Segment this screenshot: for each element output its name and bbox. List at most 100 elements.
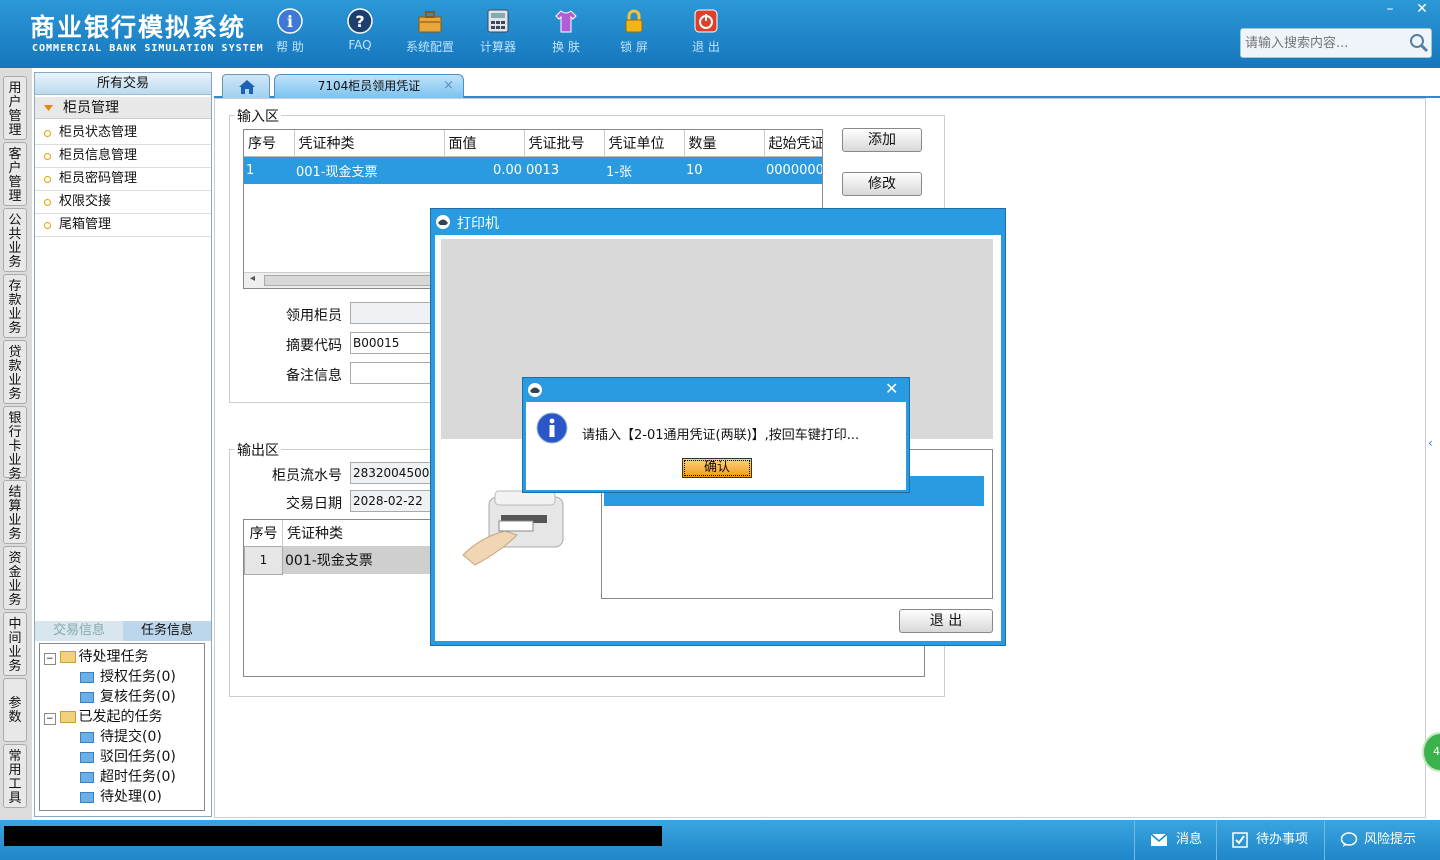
close-window-button[interactable]: ✕: [1406, 0, 1438, 18]
toolbar-calculator-label: 计算器: [479, 40, 516, 54]
col-header: 凭证种类: [294, 130, 445, 156]
printer-dialog-title: 打印机: [457, 216, 499, 232]
edit-button[interactable]: 修改: [842, 172, 922, 196]
side-category-tabs: 用户管理 客户管理 公共业务 存款业务 贷款业务 银行卡业务 结算业务 资金业务…: [0, 68, 32, 820]
toolbar-calculator-button[interactable]: 计算器: [468, 6, 528, 62]
tab-task-info[interactable]: 任务信息: [123, 621, 211, 641]
scrollbar-thumb[interactable]: [264, 275, 434, 286]
scroll-left-icon[interactable]: ◂: [250, 273, 255, 284]
status-risk-button[interactable]: 风险提示: [1340, 828, 1416, 848]
tree-node-to-process[interactable]: 待处理(0): [80, 786, 162, 806]
status-bar: 消息 待办事项 风险提示: [0, 820, 1440, 860]
folder-icon: [59, 651, 76, 663]
tab-7104-teller-voucher[interactable]: 7104柜员领用凭证 ×: [274, 74, 464, 98]
confirm-button[interactable]: 确认: [682, 458, 752, 478]
toolbar-exit-button[interactable]: 退 出: [676, 6, 736, 62]
toolbar-faq-label: FAQ: [348, 38, 372, 52]
col-header: 起始凭证: [768, 135, 823, 152]
toolbar-help-button[interactable]: i 帮 助: [260, 6, 320, 62]
side-tab-loan[interactable]: 贷款业务: [3, 340, 27, 404]
tree-node-rejected[interactable]: 驳回任务(0): [80, 746, 176, 766]
app-title: 商业银行模拟系统: [30, 13, 247, 42]
tree-node-timeout[interactable]: 超时任务(0): [80, 766, 176, 786]
home-icon: [239, 80, 255, 94]
trade-date-label: 交易日期: [286, 496, 342, 512]
toolbar-config-label: 系统配置: [405, 40, 454, 54]
status-todo-button[interactable]: 待办事项: [1232, 828, 1308, 848]
side-tab-bank-card[interactable]: 银行卡业务: [3, 406, 27, 482]
transaction-panel: 所有交易 柜员管理 柜员状态管理 柜员信息管理 柜员密码管理 权限交接 尾箱管理…: [34, 72, 212, 817]
col-header: 凭证批号: [524, 130, 605, 156]
tab-label: 7104柜员领用凭证: [317, 79, 421, 93]
menu-item-permission-handover[interactable]: 权限交接: [35, 191, 211, 214]
input-area-legend: 输入区: [235, 106, 281, 126]
message-body: 请插入【2-01通用凭证(两联)】,按回车键打印... 确认: [526, 402, 906, 490]
table-cell: 0013: [526, 162, 560, 178]
tab-close-icon[interactable]: ×: [443, 75, 454, 97]
doc-icon: [80, 771, 94, 783]
search-input[interactable]: [1241, 29, 1401, 57]
task-tabs: 交易信息 任务信息: [35, 621, 211, 641]
menu-item-teller-info[interactable]: 柜员信息管理: [35, 145, 211, 168]
power-icon: [694, 9, 718, 33]
toolbar-exit-label: 退 出: [692, 40, 720, 54]
question-icon: ?: [347, 8, 373, 34]
tab-home[interactable]: [222, 74, 270, 98]
status-messages-button[interactable]: 消息: [1150, 828, 1202, 847]
side-tab-funds[interactable]: 资金业务: [3, 546, 27, 610]
tree-node-auth-tasks[interactable]: 授权任务(0): [80, 666, 176, 686]
toolbar-lock-button[interactable]: 锁 屏: [604, 6, 664, 62]
side-tab-public-business[interactable]: 公共业务: [3, 208, 27, 272]
svg-text:?: ?: [355, 12, 364, 31]
group-label: 柜员管理: [63, 100, 119, 116]
side-tab-user-management[interactable]: 用户管理: [3, 76, 27, 140]
remark-field[interactable]: [350, 362, 432, 384]
side-tab-parameters[interactable]: 参数: [3, 678, 27, 742]
menu-item-teller-status[interactable]: 柜员状态管理: [35, 122, 211, 145]
calculator-icon: [487, 9, 509, 33]
doc-icon: [80, 691, 94, 703]
teller-field[interactable]: [350, 302, 432, 324]
table-cell: 10: [686, 162, 703, 178]
side-tab-deposit[interactable]: 存款业务: [3, 274, 27, 338]
tree-node-initiated[interactable]: − 已发起的任务: [44, 706, 163, 726]
serial-no-field[interactable]: 28320045000: [350, 462, 432, 484]
tab-transaction-info[interactable]: 交易信息: [35, 621, 123, 641]
panel-header: 所有交易: [35, 73, 211, 95]
menu-item-teller-password[interactable]: 柜员密码管理: [35, 168, 211, 191]
group-teller-management[interactable]: 柜员管理: [35, 97, 211, 119]
side-tab-settlement[interactable]: 结算业务: [3, 480, 27, 544]
message-text: 请插入【2-01通用凭证(两联)】,按回车键打印...: [582, 428, 860, 443]
doc-icon: [80, 751, 94, 763]
task-tree: − 待处理任务 授权任务(0) 复核任务(0) − 已发起的任务 待提交(0) 驳回…: [39, 643, 205, 811]
message-close-button[interactable]: ✕: [885, 379, 898, 398]
table-cell: 1-张: [606, 164, 632, 180]
tree-node-pending[interactable]: − 待处理任务: [44, 646, 149, 666]
search-icon[interactable]: [1409, 33, 1429, 53]
toolbar-lock-label: 锁 屏: [620, 40, 648, 54]
summary-code-field[interactable]: B00015: [350, 332, 432, 354]
toolbar-skin-button[interactable]: 换 肤: [536, 6, 596, 62]
menu-item-tail-box[interactable]: 尾箱管理: [35, 214, 211, 237]
tree-node-review-tasks[interactable]: 复核任务(0): [80, 686, 176, 706]
toolbar-faq-button[interactable]: ? FAQ: [330, 6, 390, 62]
col-header: 数量: [684, 130, 765, 156]
printer-illustration-icon: [462, 490, 564, 566]
table-cell: 0.00: [493, 162, 522, 178]
remark-label: 备注信息: [286, 368, 342, 384]
minimize-button[interactable]: –: [1374, 0, 1406, 18]
collapse-arrow-icon[interactable]: ‹: [1428, 420, 1440, 466]
message-dialog: ✕ 请插入【2-01通用凭证(两联)】,按回车键打印... 确认: [522, 377, 910, 493]
side-tab-intermediary[interactable]: 中间业务: [3, 612, 27, 676]
tree-node-to-submit[interactable]: 待提交(0): [80, 726, 162, 746]
side-tab-customer-management[interactable]: 客户管理: [3, 142, 27, 206]
add-button[interactable]: 添加: [842, 128, 922, 152]
toolbar-config-button[interactable]: 系统配置: [400, 6, 460, 62]
table-row[interactable]: 1 001-现金支票 0.00 0013 1-张 10 000000000: [244, 156, 822, 184]
trade-date-field[interactable]: 2028-02-22: [350, 490, 432, 512]
triangle-down-icon: [44, 105, 53, 111]
side-tab-common-tools[interactable]: 常用工具: [3, 744, 27, 808]
status-message-area: [4, 826, 662, 846]
toolbar-skin-label: 换 肤: [552, 40, 580, 54]
printer-exit-button[interactable]: 退 出: [899, 609, 993, 633]
